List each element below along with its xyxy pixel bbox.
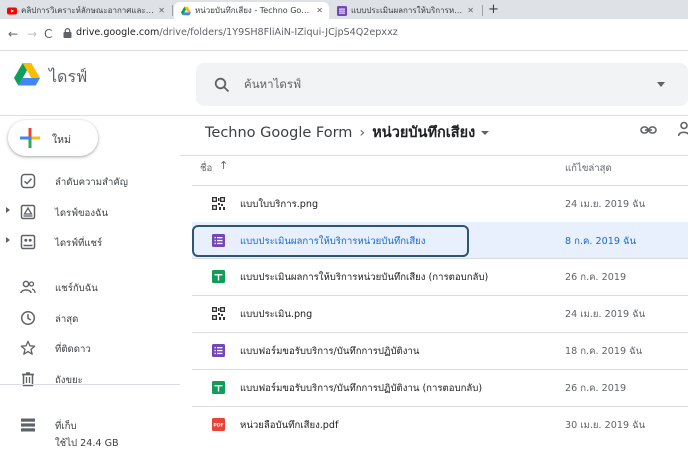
new-tab-button[interactable]: + bbox=[488, 2, 499, 18]
clock-icon bbox=[20, 310, 36, 326]
forward-button[interactable]: → bbox=[27, 27, 37, 41]
reload-button[interactable]: C bbox=[44, 27, 52, 41]
tab-title: หน่วยบันทึกเสียง - Techno Google F bbox=[195, 6, 312, 15]
sidebar-divider bbox=[0, 384, 180, 385]
storage-icon bbox=[21, 418, 35, 432]
file-modified-date: 26 ก.ค. 2019 bbox=[565, 272, 627, 283]
google-sheets-icon bbox=[212, 270, 225, 283]
sidebar-item-label: ไดรฟ์ที่แชร์ bbox=[55, 238, 103, 249]
browser-tab-youtube[interactable]: คลิปการวิเคราะห์ลักษณะอากาศและคลิ ✕ bbox=[0, 2, 171, 19]
sidebar-item-my-drive[interactable]: ไดรฟ์ของฉัน bbox=[0, 200, 180, 224]
file-row[interactable]: PDF หน่วยลือบันทึกเสียง.pdf 30 เม.ย. 201… bbox=[192, 406, 688, 442]
google-forms-icon bbox=[337, 5, 347, 16]
selection-highlight-outline bbox=[192, 225, 469, 257]
my-drive-icon bbox=[20, 204, 36, 220]
breadcrumb: Techno Google Form › หน่วยบันทึกเสียง bbox=[205, 121, 490, 144]
tab-close-icon[interactable]: ✕ bbox=[158, 6, 165, 15]
file-name: แบบฟอร์มขอรับบริการ/บันทึกการปฏิบัติงาน bbox=[240, 346, 420, 357]
search-input[interactable] bbox=[244, 73, 624, 95]
new-button[interactable]: ใหม่ bbox=[8, 120, 98, 156]
breadcrumb-separator-icon: › bbox=[359, 125, 366, 141]
google-drive-logo-icon[interactable] bbox=[14, 63, 40, 86]
file-name: หน่วยลือบันทึกเสียง.pdf bbox=[240, 420, 339, 431]
new-button-label: ใหม่ bbox=[52, 134, 71, 146]
url-host: drive.google.com bbox=[76, 27, 160, 38]
sidebar-item-shared-drives[interactable]: ไดรฟ์ที่แชร์ bbox=[0, 230, 180, 254]
svg-text:PDF: PDF bbox=[213, 423, 223, 429]
sidebar-item-label: ลำดับความสำคัญ bbox=[55, 177, 128, 188]
sidebar-item-label: ไดรฟ์ของฉัน bbox=[55, 208, 109, 219]
sidebar-item-label: ที่ติดดาว bbox=[55, 344, 91, 355]
sidebar-item-shared-with-me[interactable]: แชร์กับฉัน bbox=[0, 275, 180, 299]
address-bar[interactable]: drive.google.com/drive/folders/1Y9SH8Fli… bbox=[76, 25, 398, 41]
file-modified-date: 26 ก.ค. 2019 bbox=[565, 383, 627, 394]
file-name: แบบประเมินผลการให้บริการหน่วยบันทึกเสียง… bbox=[240, 272, 489, 283]
search-icon[interactable] bbox=[214, 77, 230, 93]
file-modified-date: 18 ก.ค. 2019 ฉัน bbox=[565, 346, 643, 357]
file-modified-date: 24 เม.ย. 2019 ฉัน bbox=[565, 199, 646, 210]
file-name: แบบใบบริการ.png bbox=[240, 199, 319, 210]
expand-caret-icon[interactable] bbox=[6, 237, 10, 243]
tab-title: คลิปการวิเคราะห์ลักษณะอากาศและคลิ bbox=[21, 6, 155, 15]
column-header-name[interactable]: ชื่อ bbox=[200, 161, 212, 176]
expand-caret-icon[interactable] bbox=[6, 207, 10, 213]
sidebar-item-label: ที่เก็บ bbox=[55, 421, 77, 432]
qr-image-icon bbox=[212, 307, 225, 320]
browser-toolbar: ← → C drive.google.com/drive/folders/1Y9… bbox=[0, 19, 688, 51]
priority-icon bbox=[20, 173, 36, 189]
shared-with-me-icon bbox=[20, 280, 36, 294]
star-icon bbox=[20, 340, 36, 355]
qr-image-icon bbox=[212, 197, 225, 210]
header-divider bbox=[0, 115, 688, 116]
sidebar-item-storage[interactable]: ที่เก็บ bbox=[0, 413, 180, 437]
tab-title: แบบประเมินผลการให้บริการหน่วยบันทึ bbox=[351, 6, 464, 15]
browser-tab-form[interactable]: แบบประเมินผลการให้บริการหน่วยบันทึ ✕ bbox=[330, 2, 480, 19]
tab-close-icon[interactable]: ✕ bbox=[467, 6, 474, 15]
lock-icon bbox=[63, 28, 72, 38]
tab-separator bbox=[482, 5, 483, 16]
sidebar-item-label: ล่าสุด bbox=[55, 314, 79, 325]
file-name: แบบฟอร์มขอรับบริการ/บันทึกการปฏิบัติงาน … bbox=[240, 383, 483, 394]
get-link-icon[interactable] bbox=[640, 124, 657, 136]
url-path: /drive/folders/1Y9SH8FliAiN-IZiqui-JCjpS… bbox=[159, 27, 398, 38]
file-modified-date: 30 เม.ย. 2019 ฉัน bbox=[565, 420, 646, 431]
sidebar-item-starred[interactable]: ที่ติดดาว bbox=[0, 336, 180, 360]
share-person-icon[interactable] bbox=[678, 121, 688, 137]
breadcrumb-current-folder[interactable]: หน่วยบันทึกเสียง bbox=[372, 125, 475, 141]
sidebar-item-label: แชร์กับฉัน bbox=[55, 283, 98, 294]
tab-separator bbox=[172, 5, 173, 16]
pdf-icon: PDF bbox=[212, 418, 225, 431]
sidebar-item-priority[interactable]: ลำดับความสำคัญ bbox=[0, 169, 180, 193]
sidebar-item-recent[interactable]: ล่าสุด bbox=[0, 306, 180, 330]
content-header-divider bbox=[180, 155, 688, 156]
file-row[interactable]: แบบประเมินผลการให้บริการหน่วยบันทึกเสียง… bbox=[192, 258, 688, 294]
google-forms-icon bbox=[212, 344, 225, 357]
drive-brand-title[interactable]: ไดรฟ์ bbox=[49, 65, 87, 90]
column-header-modified[interactable]: แก้ไขล่าสุด bbox=[565, 161, 612, 176]
shared-drives-icon bbox=[20, 234, 36, 250]
tab-close-icon[interactable]: ✕ bbox=[316, 6, 323, 15]
folder-menu-dropdown-icon[interactable] bbox=[481, 131, 490, 135]
file-modified-date: 24 เม.ย. 2019 ฉัน bbox=[565, 309, 646, 320]
file-name: แบบประเมิน.png bbox=[240, 309, 313, 320]
back-button[interactable]: ← bbox=[8, 27, 18, 41]
plus-icon bbox=[20, 128, 40, 148]
sidebar-item-label: ถังขยะ bbox=[55, 375, 83, 386]
sort-arrow-icon[interactable]: ↑ bbox=[219, 159, 228, 172]
file-row[interactable]: แบบฟอร์มขอรับบริการ/บันทึกการปฏิบัติงาน … bbox=[192, 369, 688, 405]
browser-tab-drive[interactable]: หน่วยบันทึกเสียง - Techno Google F ✕ bbox=[174, 2, 329, 19]
search-options-dropdown-icon[interactable] bbox=[657, 82, 665, 87]
search-box bbox=[196, 63, 688, 106]
file-row[interactable]: แบบฟอร์มขอรับบริการ/บันทึกการปฏิบัติงาน … bbox=[192, 332, 688, 368]
browser-tab-strip: คลิปการวิเคราะห์ลักษณะอากาศและคลิ ✕ หน่ว… bbox=[0, 0, 688, 19]
breadcrumb-parent[interactable]: Techno Google Form bbox=[205, 125, 352, 141]
google-drive-icon bbox=[181, 6, 191, 15]
file-row[interactable]: แบบใบบริการ.png 24 เม.ย. 2019 ฉัน bbox=[192, 185, 688, 221]
storage-used-text: ใช้ไป 24.4 GB bbox=[55, 438, 119, 449]
youtube-icon bbox=[7, 7, 17, 14]
file-modified-date: 8 ก.ค. 2019 ฉัน bbox=[565, 236, 637, 247]
google-sheets-icon bbox=[212, 381, 225, 394]
file-row[interactable]: แบบประเมิน.png 24 เม.ย. 2019 ฉัน bbox=[192, 295, 688, 331]
sidebar-item-trash[interactable]: ถังขยะ bbox=[0, 367, 180, 391]
